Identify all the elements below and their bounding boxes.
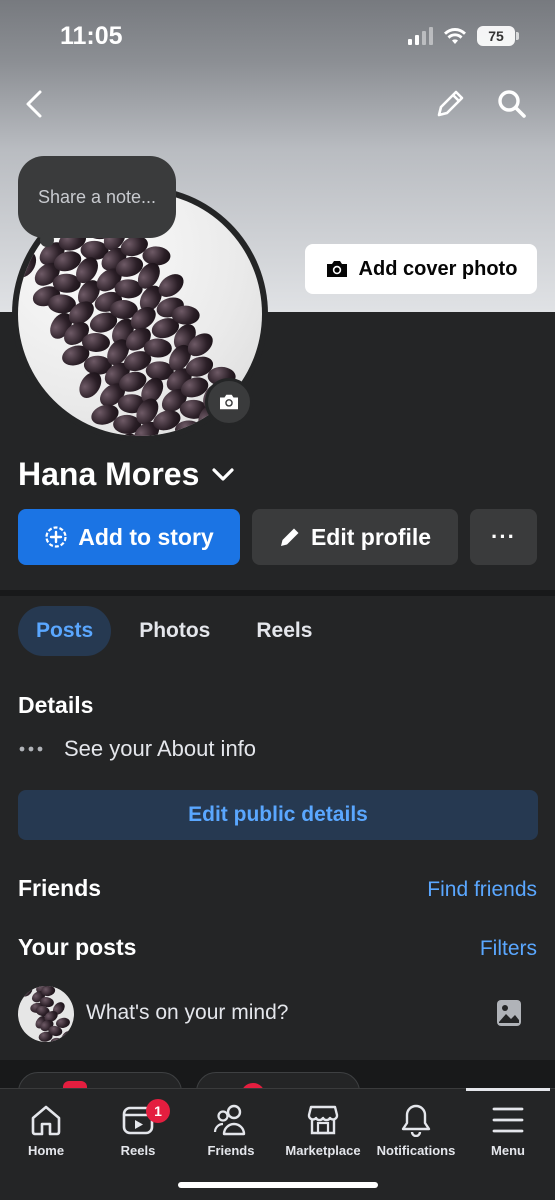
edit-profile-button[interactable]: Edit profile: [252, 509, 458, 565]
nav-notifications[interactable]: Notifications: [366, 1089, 466, 1179]
nav-friends-label: Friends: [207, 1143, 255, 1158]
nav-notifications-label: Notifications: [376, 1143, 456, 1158]
more-options-button[interactable]: ···: [470, 509, 537, 565]
friends-icon: [213, 1104, 246, 1136]
friends-title: Friends: [18, 875, 102, 901]
add-cover-photo-label: Add cover photo: [358, 257, 518, 280]
add-story-icon: [45, 526, 67, 548]
nav-home-label: Home: [27, 1143, 65, 1158]
chevron-down-icon[interactable]: [211, 467, 235, 483]
more-icon: ···: [491, 524, 516, 549]
photo-icon[interactable]: [494, 998, 524, 1028]
edit-button[interactable]: [430, 84, 470, 124]
tab-posts[interactable]: Posts: [18, 606, 112, 656]
search-button[interactable]: [492, 84, 532, 124]
status-icons: 75: [408, 26, 519, 46]
pencil-icon: [437, 90, 464, 117]
nav-reels[interactable]: 1 Reels: [88, 1089, 188, 1179]
filters-link[interactable]: Filters: [480, 937, 537, 961]
edit-public-details-label: Edit public details: [188, 803, 368, 826]
edit-public-details-button[interactable]: Edit public details: [18, 790, 538, 840]
composer-avatar[interactable]: [18, 986, 74, 1042]
reels-badge: 1: [146, 1099, 170, 1123]
profile-actions: Add to story Edit profile ···: [18, 509, 537, 565]
menu-icon: [492, 1107, 524, 1133]
bean-shape: [81, 332, 111, 353]
search-icon: [498, 90, 526, 118]
post-actions-strip: [0, 1060, 555, 1090]
camera-icon: [326, 261, 347, 277]
change-avatar-button[interactable]: [205, 378, 253, 426]
camera-icon: [220, 394, 238, 410]
chevron-left-icon: [26, 90, 42, 118]
profile-tabs: Posts Photos Reels: [18, 606, 330, 656]
status-time: 11:05: [60, 22, 123, 50]
tab-photos[interactable]: Photos: [121, 606, 228, 656]
your-posts-title: Your posts: [18, 934, 137, 960]
add-to-story-label: Add to story: [78, 523, 214, 550]
marketplace-icon: [307, 1105, 339, 1135]
nav-home[interactable]: Home: [0, 1089, 96, 1179]
nav-friends[interactable]: Friends: [181, 1089, 281, 1179]
nav-menu[interactable]: Menu: [458, 1089, 555, 1179]
bean-shape: [142, 245, 171, 266]
battery-icon: 75: [477, 26, 519, 46]
tab-reels[interactable]: Reels: [238, 606, 330, 656]
edit-profile-label: Edit profile: [310, 523, 432, 550]
whats-on-your-mind-input[interactable]: What's on your mind?: [86, 1001, 288, 1025]
bean-shape: [171, 305, 200, 326]
home-icon: [31, 1105, 61, 1136]
bell-icon: [401, 1104, 431, 1137]
nav-marketplace-label: Marketplace: [285, 1143, 361, 1158]
bean-shape: [143, 338, 173, 359]
more-dots-icon: [19, 746, 43, 752]
add-cover-photo-button[interactable]: Add cover photo: [305, 244, 537, 294]
profile-name: Hana Mores: [18, 456, 200, 492]
signal-icon: [408, 27, 433, 45]
back-button[interactable]: [14, 84, 54, 124]
section-divider: [0, 590, 555, 596]
about-info-row[interactable]: See your About info: [18, 736, 256, 762]
find-friends-link[interactable]: Find friends: [427, 878, 537, 902]
nav-menu-label: Menu: [491, 1143, 525, 1158]
share-note-text: Share a note...: [37, 186, 157, 207]
home-indicator: [178, 1182, 378, 1188]
add-to-story-button[interactable]: Add to story: [18, 509, 240, 565]
profile-name-row[interactable]: Hana Mores: [18, 456, 235, 493]
pencil-icon: [280, 528, 299, 546]
nav-reels-label: Reels: [120, 1143, 156, 1158]
about-info-label: See your About info: [64, 736, 257, 761]
wifi-icon: [444, 28, 466, 44]
nav-marketplace[interactable]: Marketplace: [273, 1089, 373, 1179]
details-title: Details: [18, 692, 94, 718]
share-note-bubble[interactable]: Share a note...: [18, 156, 176, 247]
